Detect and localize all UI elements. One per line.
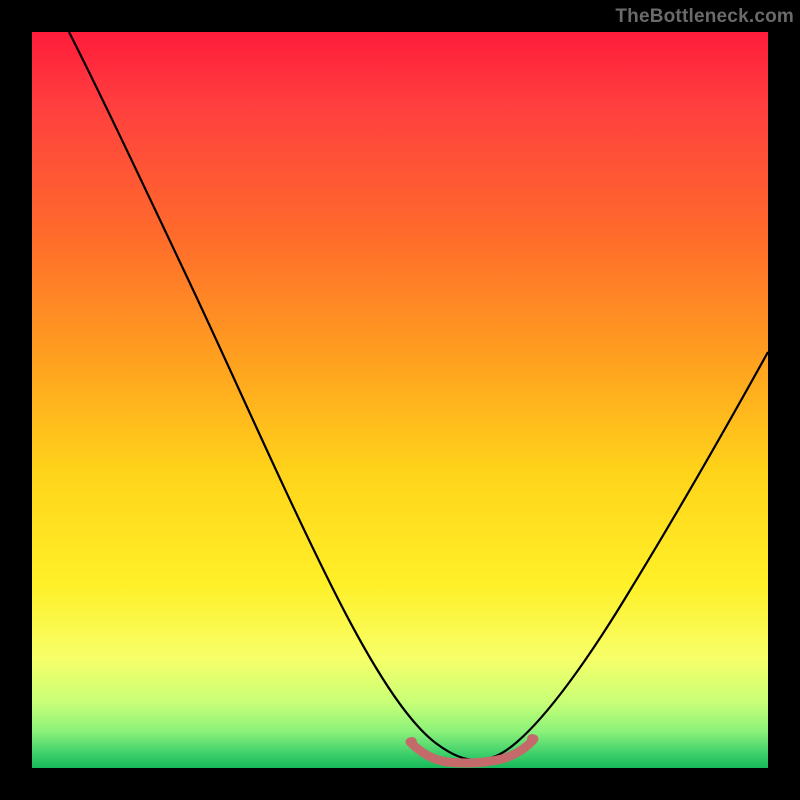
watermark-text: TheBottleneck.com (615, 6, 794, 28)
bottleneck-curve (69, 32, 768, 760)
highlight-dot-left (407, 737, 417, 747)
highlight-dot-right (527, 734, 537, 744)
chart-frame: TheBottleneck.com (0, 0, 800, 800)
curve-layer (32, 32, 768, 768)
plot-area (32, 32, 768, 768)
